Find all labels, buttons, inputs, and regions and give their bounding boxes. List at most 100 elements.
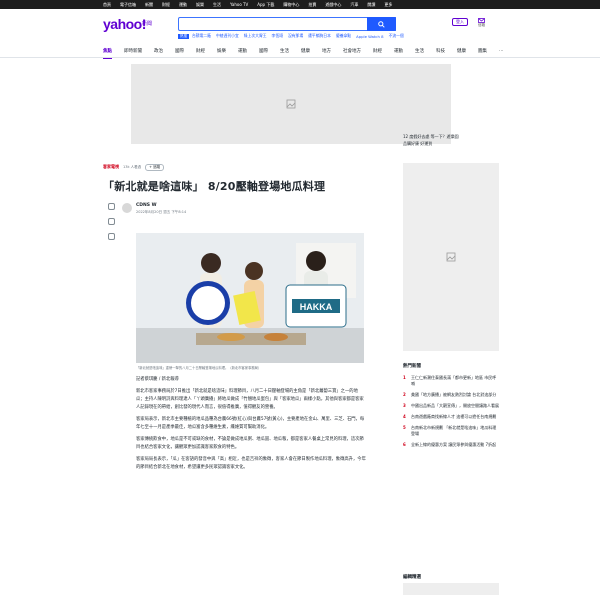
search-button[interactable] [367,17,396,31]
topbar-item[interactable]: 遊戲中心 [325,2,341,8]
topbar-item[interactable]: 汽車 [350,2,358,8]
article-paragraph: 記者蔡琪慶 / 新北報導 [136,377,179,382]
nav-item[interactable]: 即時新聞 [124,48,142,54]
nav-item[interactable]: 國際 [259,48,268,54]
hot-news-title: 熱門新聞 [403,364,421,369]
trending-item[interactable]: 李恆翊 [272,33,283,39]
trending-tag: 熱搜 [178,33,189,39]
right-ad[interactable] [403,163,499,351]
trending-item[interactable]: 沒有那場 [288,33,303,39]
image-placeholder-icon [286,99,296,109]
hot-news-item[interactable]: 5 台南新北市新規劃 「新北就是啥這味」地瓜料理登場 [403,425,499,437]
topbar-item[interactable]: App 下載 [257,2,274,8]
topbar-item[interactable]: 運動 [179,2,187,8]
mail-button[interactable]: 信箱 [478,18,485,28]
topbar-item[interactable]: 拍賣 [308,2,316,8]
article-paragraph: 新北市客家事務局於7日推出「新北就是啥這味」料理節目，八月二十日壓軸登場的主角是… [136,389,364,410]
top-ad-placeholder[interactable] [131,64,451,144]
hot-news-text: 台南新北市新規劃 「新北就是啥這味」地瓜料理登場 [411,425,497,436]
hot-news-number: 2 [403,392,406,397]
hot-news-number: 6 [403,442,406,447]
login-button[interactable]: 登入 [452,18,468,26]
nav-item[interactable]: 運動 [238,48,247,54]
topbar-item[interactable]: 電子信箱 [120,2,136,8]
line-icon[interactable] [108,233,115,240]
search-input[interactable] [178,17,396,31]
trending-item[interactable]: 台積電二廠 [192,33,211,39]
article-paragraph: 客家局表示，新北市主要種植的地瓜品種為台農66號(紅心)與台農57號(黃心)，主… [136,417,365,430]
nav-item[interactable]: … [499,48,504,53]
photo-illustration: HAKKA [136,233,364,363]
image-placeholder-icon [446,252,456,262]
avatar [122,203,132,213]
photo-caption: 「新北就是啥這味」重磅一擊的八月二十日壓軸登場地瓜料理。（新北市客家事務局） [136,366,262,370]
hot-news-text: 王仁仁新潮住泰國長滿「都市更新」地區 市民呼喊 [411,375,497,386]
topbar-item[interactable]: 娛樂 [196,2,204,8]
editor-picks-title: 編輯精選 [403,575,421,580]
topbar-item[interactable]: Yahoo TV [230,2,248,7]
trending-bar: 熱搜 台積電二廠 中綾週刊小宜 綠上次大胃王 李恆翊 沒有那場 遭平躺狗日本 優養拿點 Appl… [178,33,409,39]
hot-news-item[interactable]: 6 全新上線的優惠方案 讓民眾參與優惠活動 7折起 [403,442,499,448]
hot-news-item[interactable]: 3 中國出品新品「大觀宣傳」，開放空間讓路人看展 [403,403,499,409]
promo-link[interactable]: 12 度假好去處 等一下？遊樂園 [403,134,499,140]
hot-news-number: 3 [403,403,406,408]
nav-item[interactable]: 社會地方 [343,48,361,54]
nav-item[interactable]: 娛樂 [217,48,226,54]
trending-item[interactable]: 綠上次大胃王 [244,33,267,39]
nav-item[interactable]: 健康 [457,48,466,54]
article-title: 「新北就是啥這味」 8/20壓軸登場地瓜料理 [103,180,326,193]
share-icon[interactable] [108,218,115,225]
nav-item[interactable]: 財經 [373,48,382,54]
nav-item[interactable]: 健康 [301,48,310,54]
hot-news-number: 5 [403,425,406,430]
share-icons [108,203,115,240]
nav-item[interactable]: 圖集 [478,48,487,54]
editor-picks-box[interactable] [403,583,499,595]
nav-item[interactable]: 政治 [154,48,163,54]
comment-icon[interactable] [108,203,115,210]
nav-item[interactable]: 地方 [322,48,331,54]
topbar-item[interactable]: 首頁 [103,2,111,8]
hot-news-list: 1 王仁仁新潮住泰國長滿「都市更新」地區 市民呼喊 2 美國「地方廣播」被網友熱烈討論… [403,375,499,453]
hot-news-item[interactable]: 2 美國「地方廣播」被網友熱烈討論 台北對這部分 [403,392,499,398]
topbar-item[interactable]: 購物中心 [283,2,299,8]
topbar-item[interactable]: 財經 [162,2,170,8]
trending-item[interactable]: 不流一個 [389,33,404,39]
nav-item[interactable]: 生活 [280,48,289,54]
trending-item[interactable]: 遭平躺狗日本 [308,33,331,39]
hot-news-item[interactable]: 4 台南遊戲廠商找新線人才 這裡可以擔任台南規劃 [403,414,499,420]
source-logo[interactable]: 客家電視 [103,164,119,170]
topbar-item[interactable]: 更多 [384,2,392,8]
svg-text:HAKKA: HAKKA [300,302,333,312]
nav-item[interactable]: 生活 [415,48,424,54]
nav-item[interactable]: 運動 [394,48,403,54]
topbar-item[interactable]: 生活 [213,2,221,8]
article-body: 記者蔡琪慶 / 新北報導新北市客家事務局於7日推出「新北就是啥這味」料理節目，八… [136,376,366,476]
yahoo-logo[interactable]: yahoo! [103,16,146,32]
mail-label: 信箱 [478,23,485,27]
hot-news-item[interactable]: 1 王仁仁新潮住泰國長滿「都市更新」地區 市民呼喊 [403,375,499,387]
trending-item[interactable]: 優養拿點 [336,33,351,39]
top-bar: 首頁 電子信箱 新聞 財經 運動 娛樂 生活 Yahoo TV App 下載 購物中心 拍賣 遊戲中心… [0,0,600,9]
nav-item[interactable]: 科技 [436,48,445,54]
article-photo[interactable]: HAKKA [136,233,364,363]
header: yahoo! 新聞 登入 信箱 [0,9,600,33]
trending-item[interactable]: 中綾週刊小宜 [216,33,239,39]
hot-news-number: 4 [403,414,406,419]
hot-news-text: 美國「地方廣播」被網友熱烈討論 台北對這部分 [411,392,497,397]
trending-item[interactable]: Apple Watch 8 [356,34,383,39]
topbar-item[interactable]: 新聞 [145,2,153,8]
follow-button[interactable]: + 追蹤 [145,163,165,171]
nav-item[interactable]: 財經 [196,48,205,54]
article-header: 客家電視 13k 人看過 + 追蹤 「新北就是啥這味」 8/20壓軸登場地瓜料理 [103,163,373,194]
promo-link[interactable]: 品購好康 好運到 [403,141,499,147]
nav-item[interactable]: 焦點 [103,48,112,59]
logo-section-label[interactable]: 新聞 [142,20,152,27]
topbar-item[interactable]: 閱讀 [367,2,375,8]
hot-news-text: 全新上線的優惠方案 讓民眾參與優惠活動 7折起 [411,442,497,447]
nav-item[interactable]: 國際 [175,48,184,54]
category-nav: 焦點 即時新聞 政治 國際 財經 娛樂 運動 國際 生活 健康 地方 社會地方 財經 運動 生活 科技 健康 圖集… [0,44,600,59]
right-ad-placeholder[interactable] [403,163,499,351]
source-meta: 13k 人看過 [123,164,142,169]
author-name[interactable]: CDNS W [136,203,157,208]
